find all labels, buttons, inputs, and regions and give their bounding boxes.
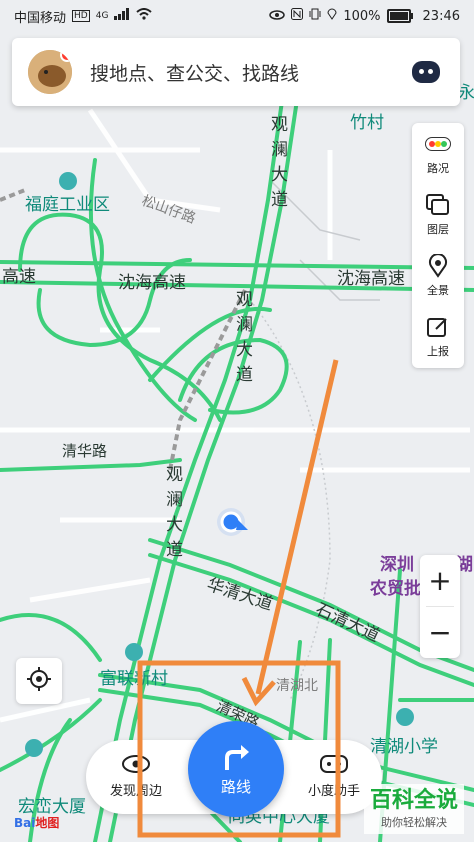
vibrate-icon bbox=[309, 8, 321, 24]
label-shenhai-1: 沈海高速 bbox=[118, 273, 186, 293]
report-label: 上报 bbox=[427, 345, 449, 359]
baidu-map-text: 地图 bbox=[35, 816, 60, 830]
zoom-in-button[interactable]: + bbox=[420, 555, 460, 606]
label-qinghu-north: 清湖北 bbox=[276, 678, 318, 694]
network-label: 4G bbox=[95, 11, 109, 21]
clock: 23:46 bbox=[422, 8, 460, 24]
carrier-label: 中国移动 bbox=[14, 10, 67, 26]
nfc-icon bbox=[291, 8, 304, 24]
zoom-controls: + − bbox=[420, 555, 460, 658]
layers-button[interactable]: 图层 bbox=[412, 184, 464, 245]
turn-right-arrow-icon bbox=[219, 742, 253, 776]
report-button[interactable]: 上报 bbox=[412, 307, 464, 368]
discover-label: 发现周边 bbox=[109, 784, 162, 799]
eye-icon bbox=[269, 9, 286, 24]
signal-icon bbox=[114, 8, 130, 24]
label-qinghu-primary: 清湖小学 bbox=[370, 737, 438, 757]
label-shenzhen: 深圳 bbox=[380, 555, 414, 575]
eye-icon bbox=[121, 750, 151, 778]
zoom-out-button[interactable]: − bbox=[420, 607, 460, 658]
search-input[interactable]: 搜地点、查公交、找路线 bbox=[90, 59, 412, 86]
assistant-label: 小度助手 bbox=[307, 784, 360, 799]
status-bar: 中国移动 HD 4G 100% 23:46 bbox=[0, 0, 474, 32]
watermark-title: 百科全说 bbox=[369, 788, 458, 813]
locate-me-button[interactable] bbox=[16, 658, 62, 704]
user-avatar[interactable] bbox=[28, 50, 72, 94]
report-icon bbox=[425, 315, 451, 339]
label-guanlan-low: 观澜大道 bbox=[162, 465, 182, 565]
label-fulian-village: 富联新村 bbox=[100, 669, 168, 689]
label-qinghua-road: 清华路 bbox=[62, 442, 108, 460]
panorama-icon bbox=[425, 254, 451, 278]
wifi-icon bbox=[136, 8, 153, 24]
label-highway-left: 高速 bbox=[2, 267, 36, 287]
search-bar[interactable]: 搜地点、查公交、找路线 bbox=[12, 38, 460, 106]
layers-label: 图层 bbox=[427, 222, 449, 236]
traffic-button[interactable]: 路况 bbox=[412, 123, 464, 184]
label-guanlan-top: 观澜大道 bbox=[267, 115, 287, 215]
hd-badge: HD bbox=[72, 10, 90, 22]
traffic-light-icon bbox=[425, 132, 451, 156]
baidu-map-logo: Bai地图 bbox=[14, 814, 59, 831]
label-zhucun: 竹村 bbox=[350, 113, 384, 133]
layers-icon bbox=[425, 193, 451, 217]
voice-assistant-icon[interactable] bbox=[412, 61, 440, 83]
battery-percent: 100% bbox=[343, 8, 381, 24]
watermark-subtitle: 助你轻松解决 bbox=[381, 816, 447, 829]
label-fuding-industry: 福庭工业区 bbox=[25, 195, 110, 215]
label-agri-market: 农贸批 bbox=[370, 579, 421, 599]
traffic-label: 路况 bbox=[427, 161, 449, 175]
route-button[interactable]: 路线 bbox=[188, 721, 284, 817]
map-tools-panel: 路况 图层 全景 上报 bbox=[412, 123, 464, 368]
route-label: 路线 bbox=[220, 777, 251, 796]
robot-icon bbox=[319, 750, 349, 778]
baidu-brand: Bai bbox=[14, 816, 36, 830]
panorama-button[interactable]: 全景 bbox=[412, 246, 464, 307]
discover-nearby-button[interactable]: 发现周边 bbox=[96, 750, 176, 799]
crosshair-icon bbox=[26, 666, 52, 696]
battery-icon bbox=[386, 9, 413, 23]
notification-dot bbox=[60, 50, 72, 62]
label-shenhai-2: 沈海高速 bbox=[337, 269, 405, 289]
location-status-icon bbox=[327, 8, 337, 24]
label-guanlan-mid: 观澜大道 bbox=[232, 290, 252, 390]
label-right-edge-1: 永 bbox=[458, 83, 474, 103]
watermark: 百科全说 助你轻松解决 bbox=[364, 784, 464, 834]
assistant-button[interactable]: 小度助手 bbox=[294, 750, 374, 799]
panorama-label: 全景 bbox=[427, 284, 449, 298]
